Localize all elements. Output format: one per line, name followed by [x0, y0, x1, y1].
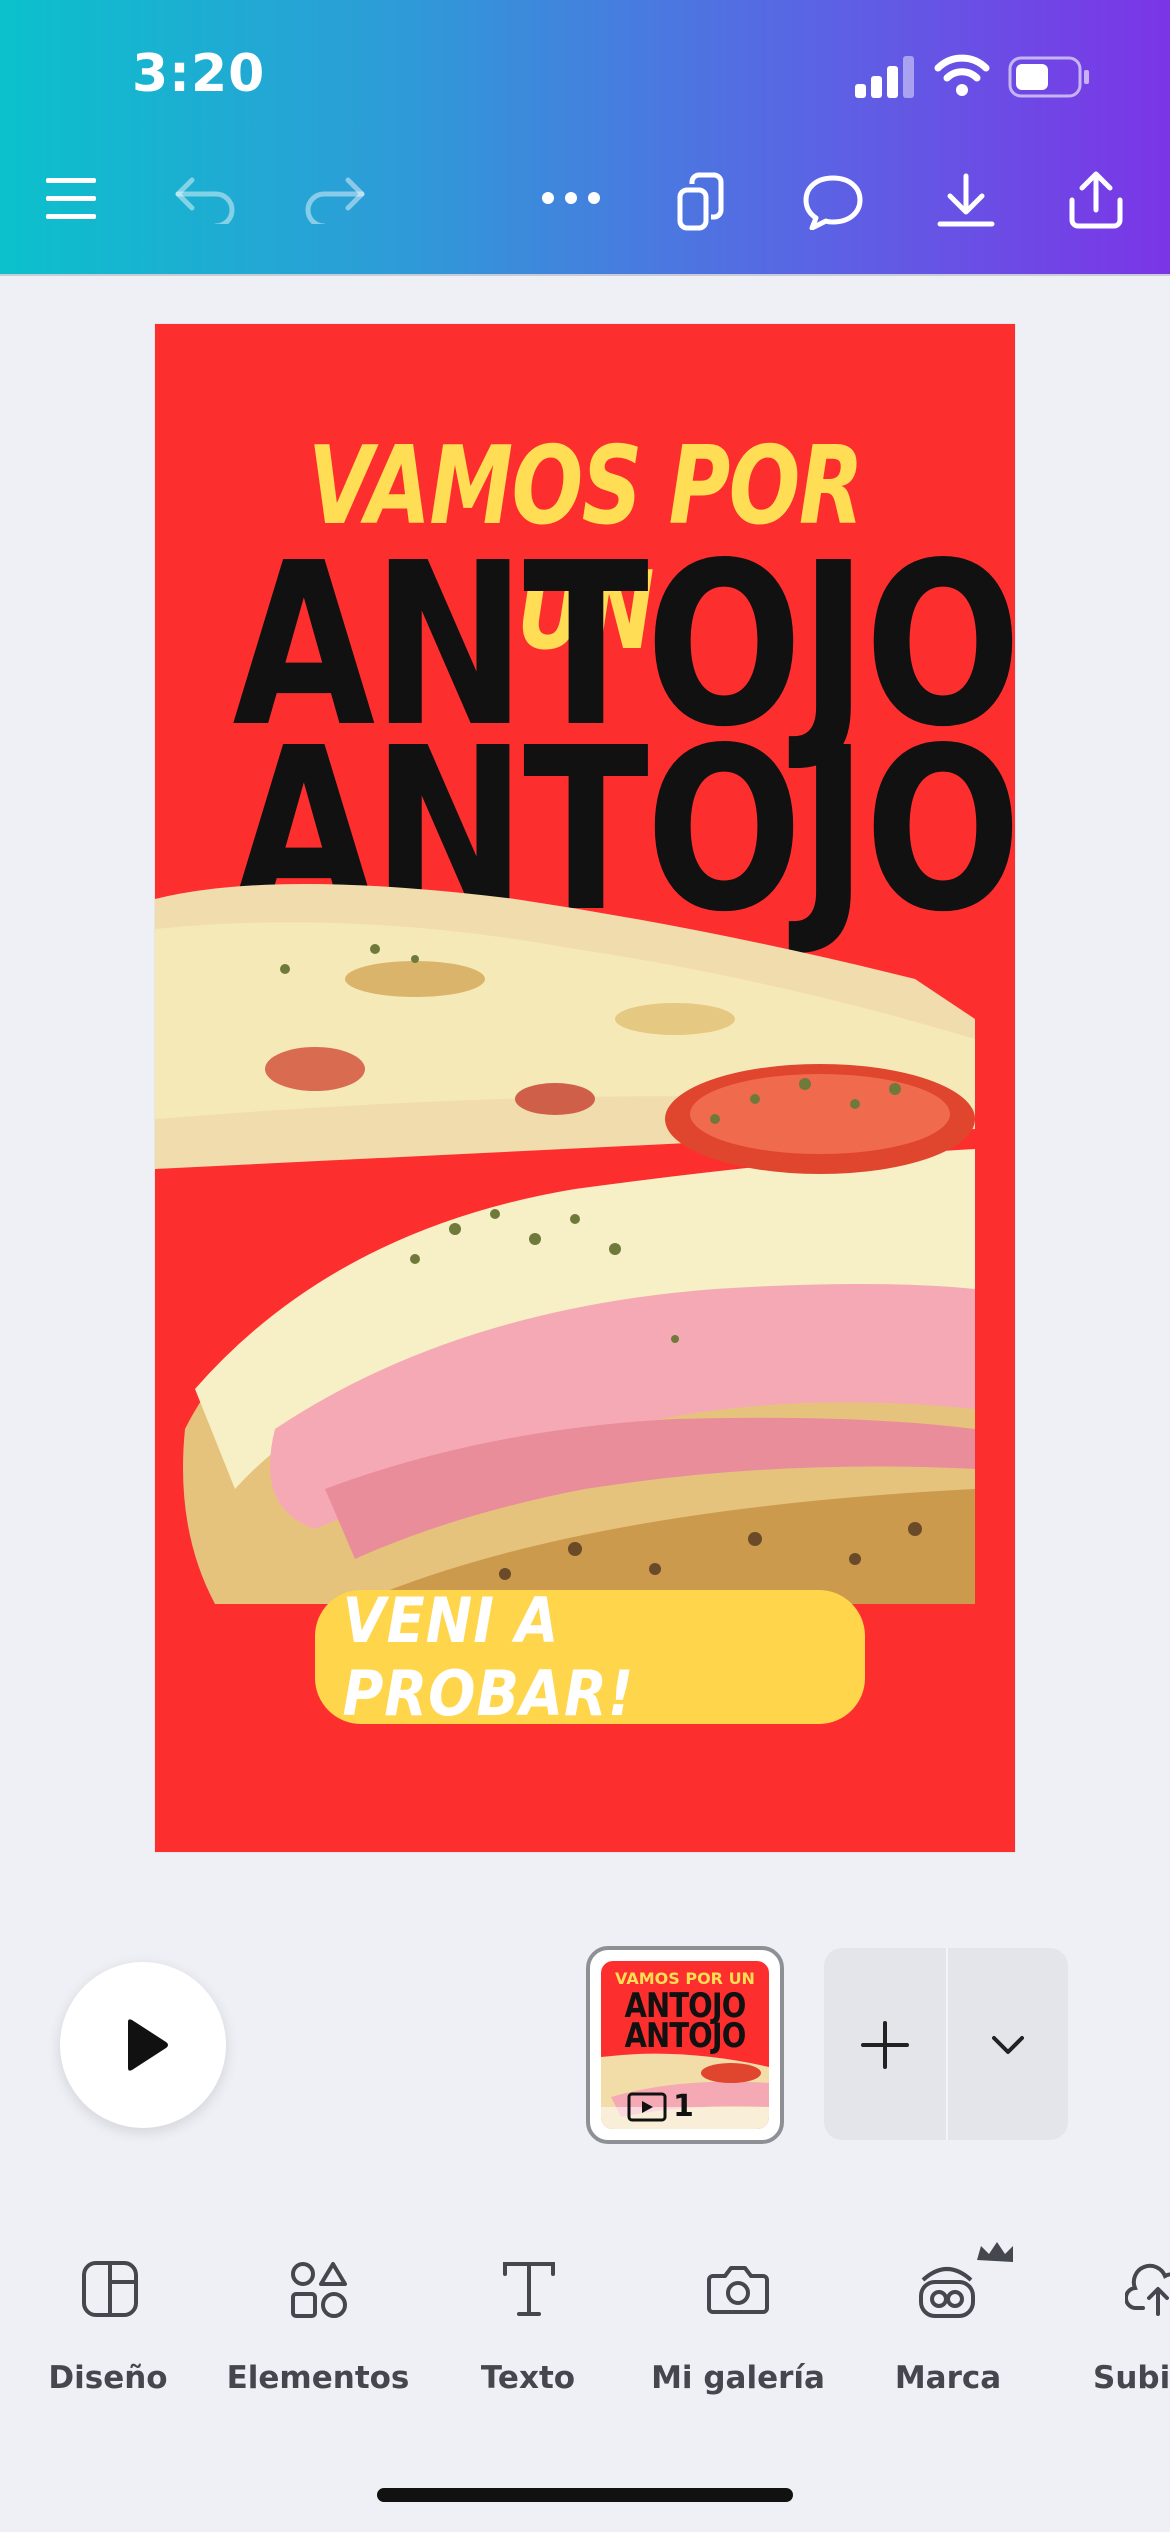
status-time: 3:20 — [132, 44, 266, 104]
design-page[interactable]: VAMOS POR UN ANTOJO ANTOJO VENI A PROBAR… — [155, 324, 1015, 1852]
add-page-group — [824, 1948, 1068, 2140]
wifi-icon — [934, 54, 990, 96]
upload-cloud-icon — [1125, 2263, 1170, 2316]
editor-canvas[interactable]: VAMOS POR UN ANTOJO ANTOJO VENI A PROBAR… — [0, 276, 1170, 1916]
shapes-icon — [291, 2262, 347, 2318]
tab-label: Marca — [894, 2360, 1002, 2396]
video-icon — [627, 2092, 667, 2121]
play-icon — [128, 2019, 168, 2071]
share-icon[interactable] — [1066, 170, 1126, 230]
sandwich-photo[interactable] — [155, 869, 1015, 1604]
chevron-down-icon[interactable] — [990, 2034, 1026, 2056]
add-page-icon[interactable] — [860, 2020, 910, 2070]
layout-icon — [82, 2261, 138, 2317]
cellular-signal-icon — [855, 56, 914, 98]
page-thumbnail-preview: VAMOS POR UN ANTOJO ANTOJO 1 — [601, 1961, 769, 2129]
cta-label: VENI A PROBAR! — [342, 1584, 635, 1730]
cta-button[interactable]: VENI A PROBAR! — [315, 1584, 865, 1730]
download-icon[interactable] — [936, 172, 996, 230]
resize-copy-icon[interactable] — [676, 172, 728, 232]
more-options-icon[interactable] — [540, 190, 602, 206]
redo-icon[interactable] — [302, 174, 366, 224]
crown-icon — [977, 2242, 1013, 2262]
thumbnail-count: 1 — [673, 2089, 694, 2124]
tab-label: Elementos — [226, 2360, 410, 2396]
text-icon — [503, 2262, 555, 2316]
tab-label: Texto — [480, 2360, 576, 2396]
tab-subir[interactable]: Subir — [1053, 2248, 1170, 2418]
tab-label: Subir — [1093, 2360, 1170, 2396]
home-indicator[interactable] — [377, 2488, 793, 2502]
menu-icon[interactable] — [44, 176, 100, 222]
tab-label: Diseño — [48, 2360, 168, 2396]
top-toolbar: 3:20 — [0, 0, 1170, 276]
page-thumbnail[interactable]: VAMOS POR UN ANTOJO ANTOJO 1 — [586, 1946, 784, 2144]
thumbnail-badge: 1 — [627, 2089, 694, 2124]
comment-icon[interactable] — [802, 174, 864, 230]
play-button[interactable] — [60, 1962, 226, 2128]
battery-icon — [1008, 56, 1089, 98]
camera-icon — [707, 2266, 769, 2314]
undo-icon[interactable] — [174, 174, 238, 224]
add-page-divider — [946, 1948, 948, 2140]
brand-icon — [919, 2242, 1013, 2318]
tab-label: Mi galería — [651, 2360, 825, 2396]
